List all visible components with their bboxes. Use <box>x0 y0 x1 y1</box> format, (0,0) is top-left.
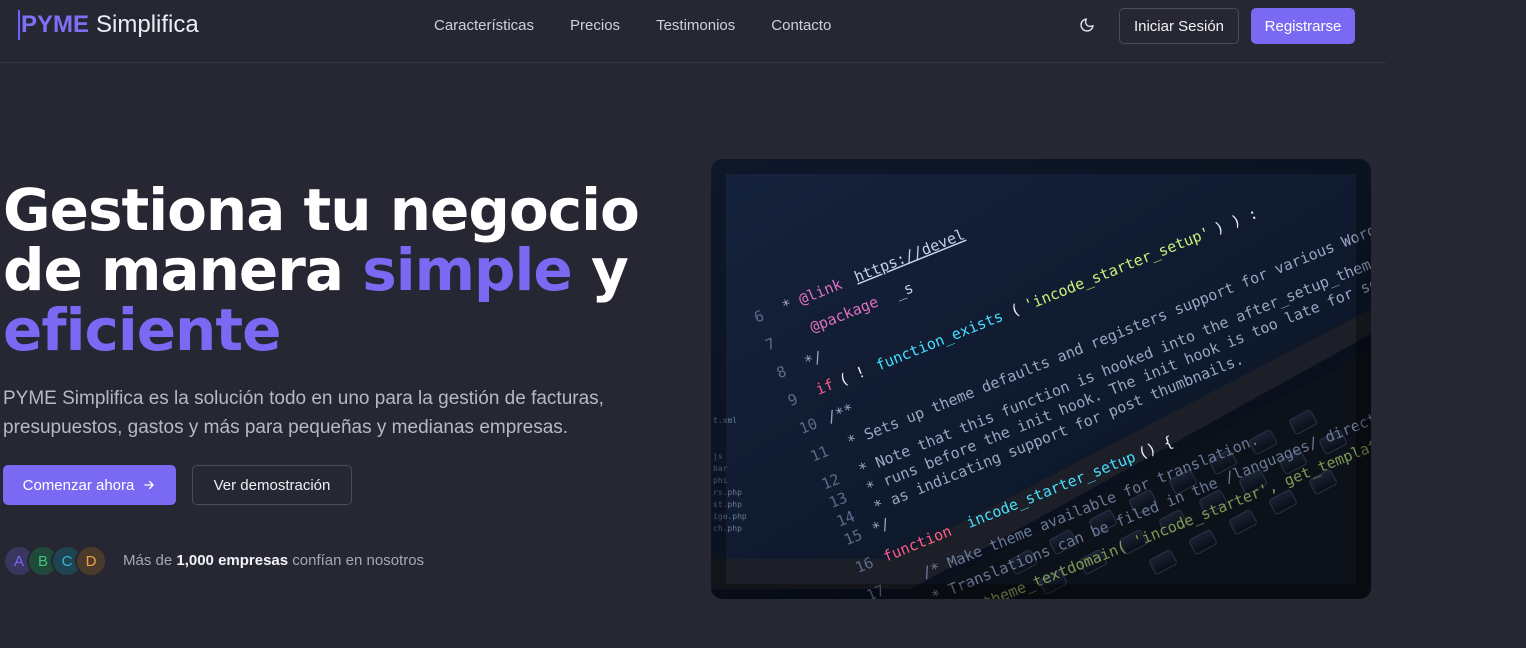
social-proof-pre: Más de <box>123 552 177 569</box>
nav-link-testimonios[interactable]: Testimonios <box>656 17 735 34</box>
hero-title-line2-pre: de manera <box>3 236 363 304</box>
hero-title-accent-simple: simple <box>362 236 573 304</box>
register-button[interactable]: Registrarse <box>1251 8 1355 44</box>
theme-toggle-button[interactable] <box>1076 14 1098 36</box>
nav-link-caracteristicas[interactable]: Características <box>434 17 534 34</box>
customer-avatars: A B C D <box>3 545 107 577</box>
nav-link-contacto[interactable]: Contacto <box>771 17 831 34</box>
social-proof-text: Más de 1,000 empresas confían en nosotro… <box>123 552 424 569</box>
social-proof-post: confían en nosotros <box>288 552 425 569</box>
brand-logo[interactable]: PYME Simplifica <box>18 10 199 40</box>
brand-name-strong: PYME <box>21 11 90 38</box>
login-button[interactable]: Iniciar Sesión <box>1119 8 1239 44</box>
avatar: D <box>75 545 107 577</box>
hero-title: Gestiona tu negocio de manera simple y e… <box>3 180 683 360</box>
start-now-label: Comenzar ahora <box>22 476 135 494</box>
view-demo-button[interactable]: Ver demostración <box>192 465 352 505</box>
top-navigation-bar: PYME Simplifica Características Precios … <box>0 0 1386 63</box>
hero-description: PYME Simplifica es la solución todo en u… <box>3 388 604 438</box>
nav-link-precios[interactable]: Precios <box>570 17 620 34</box>
code-laptop-illustration: 6 * @link https://devel 7 @package _s 8 … <box>711 159 1371 599</box>
hero-title-accent-eficiente: eficiente <box>3 296 281 364</box>
hero-code-image: 6 * @link https://devel 7 @package _s 8 … <box>711 159 1371 599</box>
hero-title-line1: Gestiona tu negocio <box>3 176 640 244</box>
social-proof-count: 1,000 empresas <box>176 552 289 569</box>
main-nav: Características Precios Testimonios Cont… <box>434 17 831 34</box>
arrow-right-icon <box>144 480 155 490</box>
hero-title-line2-post: y <box>571 236 629 304</box>
start-now-button[interactable]: Comenzar ahora <box>3 465 176 505</box>
moon-icon <box>1080 18 1094 32</box>
brand-name-rest: Simplifica <box>96 11 199 38</box>
